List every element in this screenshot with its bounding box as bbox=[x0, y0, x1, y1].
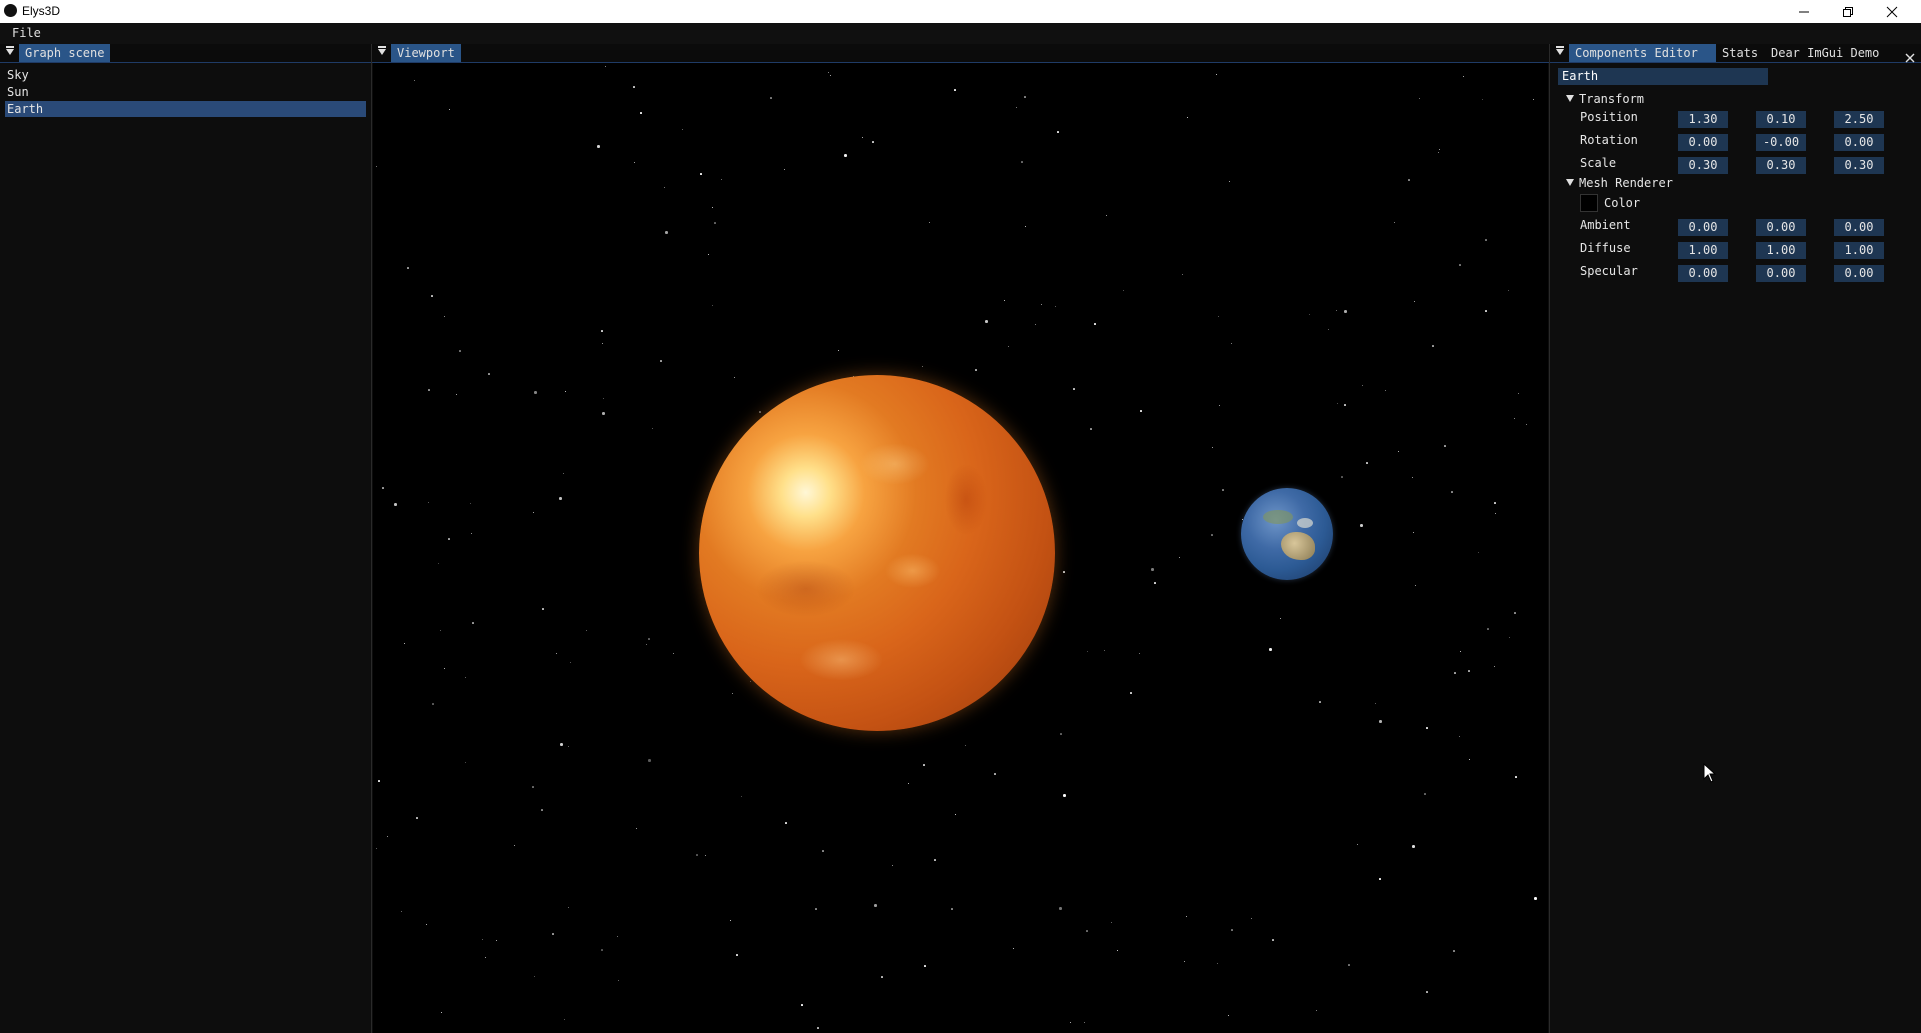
ambient-r-field[interactable]: 0.00 bbox=[1678, 219, 1728, 236]
specular-r-field[interactable]: 0.00 bbox=[1678, 265, 1728, 282]
earth-sphere bbox=[1241, 488, 1333, 580]
position-label: Position bbox=[1580, 110, 1638, 124]
rotation-x-field[interactable]: 0.00 bbox=[1678, 134, 1728, 151]
close-icon bbox=[1905, 53, 1915, 63]
color-swatch[interactable] bbox=[1580, 194, 1598, 212]
viewport-render[interactable] bbox=[373, 63, 1548, 1033]
diffuse-label: Diffuse bbox=[1580, 241, 1631, 255]
viewport-panel: Viewport bbox=[372, 44, 1549, 1033]
tab-stats[interactable]: Stats bbox=[1716, 44, 1764, 62]
ambient-label: Ambient bbox=[1580, 218, 1631, 232]
components-panel: Components Editor Stats Dear ImGui Demo … bbox=[1550, 44, 1921, 1033]
tab-graph-scene[interactable]: Graph scene bbox=[19, 44, 111, 62]
close-window-button[interactable] bbox=[1870, 0, 1914, 23]
specular-label: Specular bbox=[1580, 264, 1638, 278]
viewport-header: Viewport bbox=[372, 44, 1549, 63]
color-label: Color bbox=[1604, 196, 1641, 210]
minimize-button[interactable] bbox=[1782, 0, 1826, 23]
collapse-arrow-icon[interactable] bbox=[6, 46, 14, 55]
diffuse-b-field[interactable]: 1.00 bbox=[1834, 242, 1884, 259]
rotation-y-field[interactable]: -0.00 bbox=[1756, 134, 1806, 151]
menu-file[interactable]: File bbox=[12, 26, 41, 40]
entity-name-input[interactable]: Earth bbox=[1558, 68, 1768, 85]
position-x-field[interactable]: 1.30 bbox=[1678, 111, 1728, 128]
window-title: Elys3D bbox=[22, 4, 61, 18]
tab-viewport[interactable]: Viewport bbox=[391, 44, 461, 62]
scale-y-field[interactable]: 0.30 bbox=[1756, 157, 1806, 174]
specular-b-field[interactable]: 0.00 bbox=[1834, 265, 1884, 282]
sun-sphere bbox=[699, 375, 1055, 731]
collapse-arrow-icon[interactable] bbox=[378, 46, 386, 55]
scale-x-field[interactable]: 0.30 bbox=[1678, 157, 1728, 174]
app-icon bbox=[4, 4, 17, 17]
position-y-field[interactable]: 0.10 bbox=[1756, 111, 1806, 128]
restore-icon bbox=[1843, 6, 1853, 17]
scale-label: Scale bbox=[1580, 156, 1617, 170]
tab-dear-imgui-demo[interactable]: Dear ImGui Demo bbox=[1765, 44, 1885, 62]
window-titlebar: Elys3D bbox=[0, 0, 1921, 23]
ambient-g-field[interactable]: 0.00 bbox=[1756, 219, 1806, 236]
tab-components-editor[interactable]: Components Editor bbox=[1569, 44, 1716, 62]
collapse-arrow-icon[interactable] bbox=[1556, 46, 1564, 55]
menu-bar: File bbox=[0, 23, 1921, 44]
mesh-renderer-header[interactable]: Mesh Renderer bbox=[1566, 176, 1673, 190]
diffuse-g-field[interactable]: 1.00 bbox=[1756, 242, 1806, 259]
close-panel-button[interactable] bbox=[1905, 48, 1915, 67]
diffuse-r-field[interactable]: 1.00 bbox=[1678, 242, 1728, 259]
mouse-cursor-icon bbox=[1703, 763, 1717, 783]
graph-scene-header: Graph scene bbox=[0, 44, 371, 63]
transform-header[interactable]: Transform bbox=[1566, 92, 1644, 106]
scene-item-earth[interactable]: Earth bbox=[5, 101, 366, 117]
minimize-icon bbox=[1799, 11, 1809, 12]
expand-arrow-icon bbox=[1566, 95, 1574, 102]
scene-item-sky[interactable]: Sky bbox=[5, 67, 366, 83]
components-header: Components Editor Stats Dear ImGui Demo bbox=[1550, 44, 1921, 63]
rotation-z-field[interactable]: 0.00 bbox=[1834, 134, 1884, 151]
scale-z-field[interactable]: 0.30 bbox=[1834, 157, 1884, 174]
scene-item-sun[interactable]: Sun bbox=[5, 84, 366, 100]
close-icon bbox=[1886, 6, 1898, 17]
specular-g-field[interactable]: 0.00 bbox=[1756, 265, 1806, 282]
expand-arrow-icon bbox=[1566, 179, 1574, 186]
rotation-label: Rotation bbox=[1580, 133, 1638, 147]
graph-scene-panel: Graph scene Sky Sun Earth bbox=[0, 44, 371, 1033]
ambient-b-field[interactable]: 0.00 bbox=[1834, 219, 1884, 236]
restore-button[interactable] bbox=[1826, 0, 1870, 23]
position-z-field[interactable]: 2.50 bbox=[1834, 111, 1884, 128]
